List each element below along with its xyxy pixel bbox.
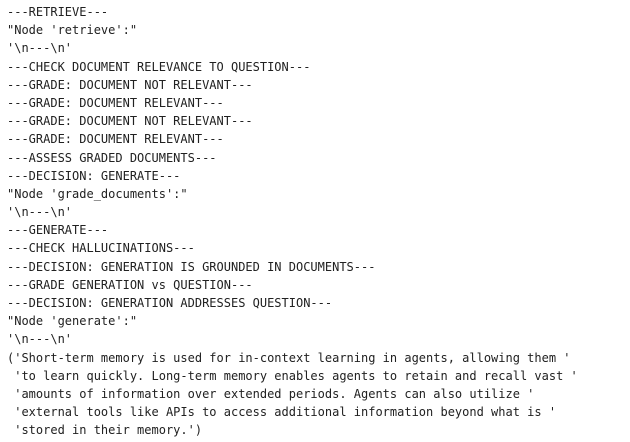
- output-line: ---GRADE: DOCUMENT NOT RELEVANT---: [7, 114, 253, 129]
- output-line: '\n---\n': [7, 41, 73, 56]
- output-line: ('Short-term memory is used for in-conte…: [7, 350, 571, 365]
- output-line: ---DECISION: GENERATE---: [7, 168, 181, 183]
- output-line: ---ASSESS GRADED DOCUMENTS---: [7, 150, 217, 165]
- output-line: "Node 'generate':": [7, 314, 138, 329]
- output-line: ---CHECK HALLUCINATIONS---: [7, 241, 195, 256]
- output-line: "Node 'grade_documents':": [7, 186, 188, 201]
- output-line: '\n---\n': [7, 205, 73, 220]
- output-line: "Node 'retrieve':": [7, 23, 138, 38]
- output-line: 'external tools like APIs to access addi…: [7, 405, 557, 420]
- output-line: ---GRADE GENERATION vs QUESTION---: [7, 277, 253, 292]
- output-line: ---CHECK DOCUMENT RELEVANCE TO QUESTION-…: [7, 59, 311, 74]
- output-line: 'stored in their memory.'): [7, 423, 203, 438]
- output-line: ---GENERATE---: [7, 223, 109, 238]
- output-line: ---RETRIEVE---: [7, 5, 109, 19]
- output-line: ---GRADE: DOCUMENT RELEVANT---: [7, 95, 224, 110]
- output-line: ---DECISION: GENERATION ADDRESSES QUESTI…: [7, 296, 333, 310]
- output-line: 'amounts of information over extended pe…: [7, 386, 535, 401]
- output-line: ---GRADE: DOCUMENT RELEVANT---: [7, 132, 224, 147]
- output-line: ---GRADE: DOCUMENT NOT RELEVANT---: [7, 77, 253, 92]
- cell-output: ---RETRIEVE--- "Node 'retrieve':" '\n---…: [7, 3, 625, 440]
- output-line: 'to learn quickly. Long-term memory enab…: [7, 368, 578, 383]
- output-line: '\n---\n': [7, 332, 73, 347]
- output-line: ---DECISION: GENERATION IS GROUNDED IN D…: [7, 259, 376, 274]
